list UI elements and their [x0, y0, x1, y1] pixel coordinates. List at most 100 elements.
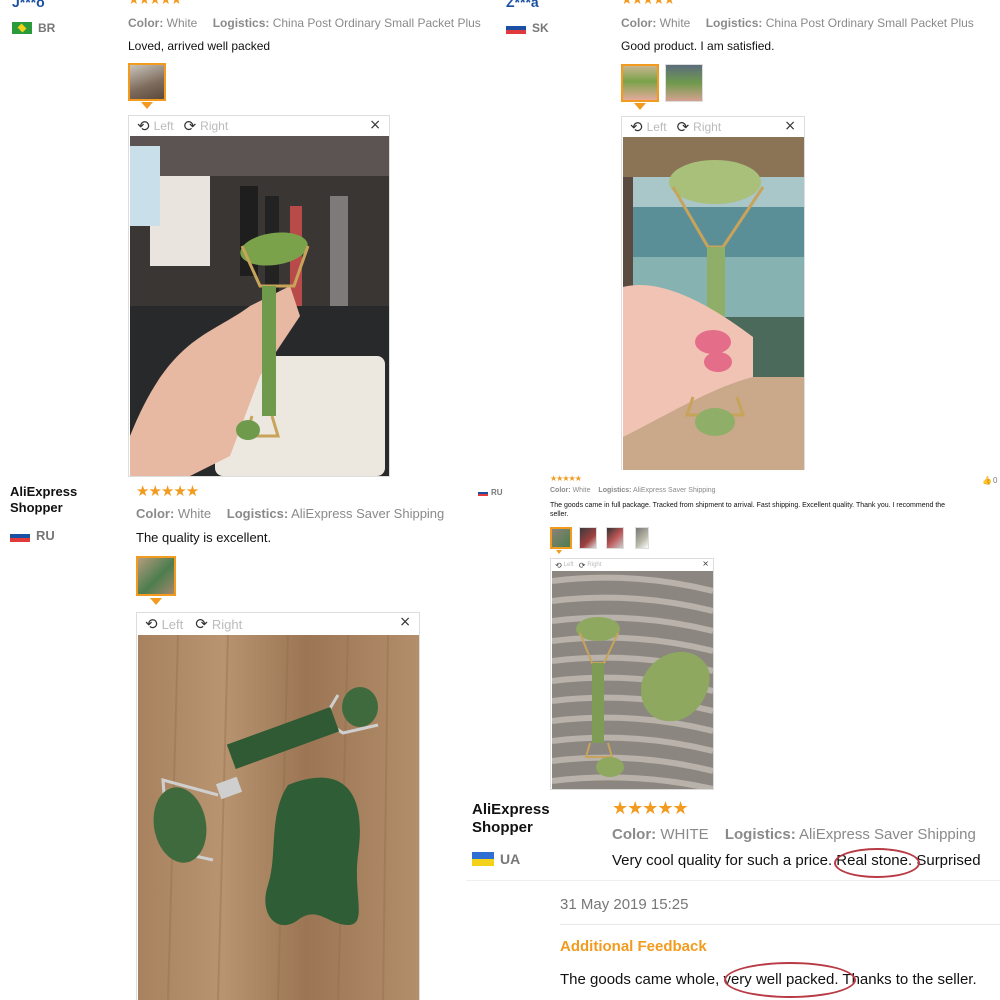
review-text: Very cool quality for such a price. Real… [612, 852, 981, 869]
jade-roller-photo-1 [130, 136, 389, 476]
review-text-line2: seller. [550, 511, 569, 518]
country-code: UA [500, 851, 521, 867]
review-text: The quality is excellent. [136, 530, 272, 545]
photo-thumbnail[interactable] [665, 64, 703, 102]
rotate-left-icon[interactable]: ⟲ [555, 561, 562, 570]
color-value: White [659, 16, 691, 30]
russia-flag-icon [10, 529, 30, 542]
feedback-part3: Thanks to the seller. [842, 971, 977, 988]
close-icon[interactable]: × [784, 118, 796, 134]
rotate-right-label[interactable]: Right [212, 617, 242, 632]
photo-thumbnail[interactable] [550, 527, 572, 549]
rotate-left-label[interactable]: Left [647, 120, 667, 134]
logistics-label: Logistics: [705, 16, 763, 30]
reviewer-country: RU [10, 528, 55, 543]
highlight-oval [834, 848, 920, 878]
thumbnail-indicator [556, 550, 562, 554]
photo-thumbnail[interactable] [128, 63, 166, 101]
order-info: Color: White Logistics: AliExpress Saver… [550, 487, 728, 494]
color-label: Color: [136, 506, 175, 521]
logistics-label: Logistics: [598, 487, 632, 494]
order-info: Color: White Logistics: AliExpress Saver… [136, 506, 456, 521]
photo-thumbnail[interactable] [606, 527, 624, 549]
color-label: Color: [612, 826, 657, 843]
russia-flag-icon [478, 489, 488, 496]
reviewer-name: AliExpress Shopper [10, 484, 77, 515]
country-code: RU [491, 488, 503, 497]
photo-thumbnail[interactable] [136, 556, 176, 596]
thumbnail-indicator [141, 102, 153, 109]
rotate-left-icon[interactable]: ⟲ [137, 117, 150, 135]
review-text: Loved, arrived well packed [128, 39, 271, 53]
logistics-label: Logistics: [724, 826, 796, 843]
logistics-value: AliExpress Saver Shipping [633, 487, 716, 494]
reviewer-name-line2: Shopper [472, 819, 533, 836]
rating-stars: ★★★★★ [612, 798, 689, 819]
logistics-value: China Post Ordinary Small Packet Plus [272, 16, 481, 30]
color-value: White [177, 506, 212, 521]
jade-roller-photo-4 [552, 571, 713, 789]
rotate-right-label[interactable]: Right [693, 120, 721, 134]
country-code: RU [36, 528, 55, 543]
divider [560, 924, 1000, 925]
jade-roller-photo-3 [138, 635, 419, 1000]
review-text-part3: Surprised [916, 852, 981, 869]
logistics-label: Logistics: [226, 506, 289, 521]
photo-viewer: ⟲ Left ⟳ Right × [136, 612, 420, 1000]
helpful-count: 0 [992, 476, 998, 485]
divider [466, 880, 1000, 881]
color-label: Color: [128, 16, 164, 30]
review-photo[interactable] [130, 136, 389, 476]
rotate-right-icon[interactable]: ⟳ [677, 118, 690, 136]
reviewer-country: UA [472, 851, 520, 867]
photo-thumbnail[interactable] [621, 64, 659, 102]
thumbs-up-icon: 👍 [982, 476, 992, 485]
reviewer-name: AliExpress Shopper [472, 801, 550, 837]
rotate-left-icon[interactable]: ⟲ [630, 118, 643, 136]
viewer-toolbar: ⟲ Left ⟳ Right [622, 117, 804, 137]
reviewer-country-secondary: RU [478, 488, 503, 497]
helpful-button[interactable]: 👍 0 [982, 476, 997, 485]
close-icon[interactable]: × [702, 559, 709, 568]
jade-roller-photo-2 [623, 137, 804, 470]
close-icon[interactable]: × [399, 614, 411, 630]
reviewer-name-line1: AliExpress [10, 484, 78, 499]
review-text-line1: The goods came in full package. Tracked … [550, 502, 946, 509]
logistics-value: AliExpress Saver Shipping [799, 826, 976, 843]
rotate-left-label[interactable]: Left [162, 617, 184, 632]
logistics-label: Logistics: [212, 16, 270, 30]
country-code: BR [38, 21, 56, 35]
thumbnail-indicator [634, 103, 646, 110]
rotate-right-icon[interactable]: ⟳ [184, 117, 197, 135]
review-text: The goods came in full package. Tracked … [550, 501, 945, 519]
review-photo[interactable] [552, 571, 713, 789]
rotate-right-label[interactable]: Right [587, 562, 601, 568]
review-card-1: J***o BR ★★★★★ Color: White Logistics: C… [0, 0, 500, 478]
viewer-toolbar: ⟲ Left ⟳ Right [129, 116, 389, 136]
reviewer-country: SK [506, 21, 549, 35]
rating-stars: ★★★★★ [136, 482, 199, 500]
color-value: White [572, 487, 591, 494]
review-card-2: Z***a SK ★★★★★ Color: White Logistics: C… [502, 0, 1000, 470]
rotate-right-icon[interactable]: ⟳ [195, 615, 208, 633]
review-photo[interactable] [623, 137, 804, 470]
rating-stars: ★★★★★ [550, 474, 582, 483]
photo-viewer: ⟲ Left ⟳ Right × [128, 115, 390, 477]
review-card-5: AliExpress Shopper UA ★★★★★ Color: WHITE… [466, 796, 1000, 1000]
rotate-left-label[interactable]: Left [564, 562, 574, 568]
review-photo[interactable] [138, 635, 419, 1000]
rotate-right-label[interactable]: Right [200, 119, 228, 133]
rotate-left-label[interactable]: Left [154, 119, 174, 133]
photo-thumbnail[interactable] [579, 527, 597, 549]
rotate-left-icon[interactable]: ⟲ [145, 615, 158, 633]
rotate-right-icon[interactable]: ⟳ [579, 561, 586, 570]
rating-stars: ★★★★★ [621, 0, 675, 8]
reviewer-country: BR [12, 21, 55, 35]
photo-thumbnail[interactable] [635, 527, 649, 549]
review-text: Good product. I am satisfied. [621, 39, 775, 53]
review-text-part1: Very cool quality for such a price. [612, 852, 833, 869]
additional-feedback-title: Additional Feedback [560, 938, 707, 955]
review-card-4: ★★★★★ Color: White Logistics: AliExpress… [546, 472, 1000, 794]
close-icon[interactable]: × [369, 117, 381, 133]
country-code: SK [532, 21, 549, 35]
